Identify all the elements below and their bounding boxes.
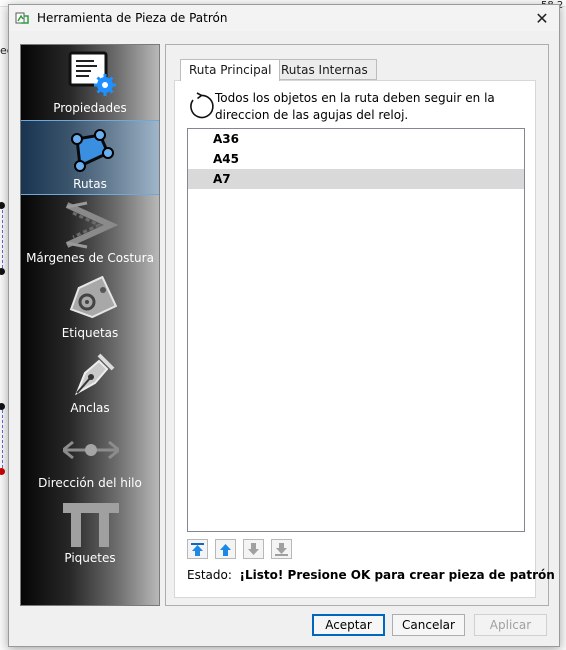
tab-internal-paths[interactable]: Rutas Internas [272, 59, 377, 80]
clockwise-note: Todos los objetos en la ruta deben segui… [215, 91, 495, 122]
background-point [0, 468, 5, 475]
status-label: Estado: [187, 568, 232, 582]
background-point [0, 403, 5, 410]
background-point [0, 202, 5, 209]
status-value: ¡Listo! Presione OK para crear pieza de … [240, 568, 555, 582]
close-icon: ✕ [535, 8, 549, 28]
labels-icon [69, 276, 118, 319]
move-bottom-button[interactable] [271, 539, 292, 559]
sidebar-item-label: Piquetes [64, 551, 116, 565]
list-item[interactable]: A45 [188, 149, 524, 169]
sidebar-item-label: Márgenes de Costura [26, 251, 154, 265]
content-panel: Ruta Principal Rutas Internas Todos los … [165, 44, 555, 606]
properties-icon [68, 51, 116, 96]
apply-button[interactable]: Aplicar [474, 614, 547, 636]
sidebar-item-label: Propiedades [53, 101, 127, 115]
main-path-pane: Todos los objetos en la ruta deben segui… [174, 80, 555, 598]
pins-icon [75, 353, 115, 396]
move-down-button[interactable] [243, 539, 264, 559]
close-button[interactable]: ✕ [525, 5, 559, 31]
sidebar-item-label: Etiquetas [61, 326, 119, 340]
tab-main-path[interactable]: Ruta Principal [180, 59, 281, 81]
seam-allowance-icon [65, 201, 119, 249]
sidebar-item-paths[interactable]: Rutas [21, 120, 159, 195]
background-point [0, 268, 5, 275]
title-bar[interactable]: Herramienta de Pieza de Patrón ✕ [9, 5, 559, 31]
list-item[interactable]: A7 [188, 169, 524, 189]
status-line: Estado: ¡Listo! Presione OK para crear p… [187, 568, 555, 582]
sidebar-item-label: Rutas [73, 177, 107, 191]
sidebar-item-label: Anclas [70, 401, 110, 415]
sidebar-item-properties[interactable]: Propiedades [21, 45, 159, 120]
list-item[interactable]: A36 [188, 129, 524, 149]
cancel-button[interactable]: Cancelar [392, 614, 465, 636]
path-objects-list[interactable]: A36 A45 A7 [187, 128, 525, 532]
sidebar-item-seam-allowance[interactable]: Márgenes de Costura [21, 195, 159, 270]
paths-icon [71, 129, 114, 172]
move-top-button[interactable] [187, 539, 208, 559]
sidebar-item-label: Dirección del hilo [38, 476, 142, 490]
sidebar-item-notches[interactable]: Piquetes [21, 495, 159, 570]
window-title: Herramienta de Pieza de Patrón [37, 11, 228, 25]
ok-button[interactable]: Aceptar [312, 614, 385, 636]
move-up-button[interactable] [215, 539, 236, 559]
sidebar: Propiedades Rutas Márgenes de Costura Et… [20, 44, 160, 606]
sidebar-item-labels[interactable]: Etiquetas [21, 270, 159, 345]
sidebar-item-grainline[interactable]: Dirección del hilo [21, 420, 159, 495]
app-icon [15, 12, 29, 24]
move-up-icon [220, 544, 231, 556]
move-down-icon [248, 543, 259, 555]
pattern-piece-dialog: Herramienta de Pieza de Patrón ✕ Propied… [8, 4, 560, 647]
move-top-icon [191, 543, 204, 556]
grainline-icon [63, 440, 119, 460]
status-ready-text: ¡Listo! Presione OK para crear pieza de … [239, 568, 555, 582]
notches-icon [63, 503, 119, 547]
sidebar-item-pins[interactable]: Anclas [21, 345, 159, 420]
move-bottom-icon [275, 543, 288, 556]
clockwise-icon [190, 92, 214, 119]
